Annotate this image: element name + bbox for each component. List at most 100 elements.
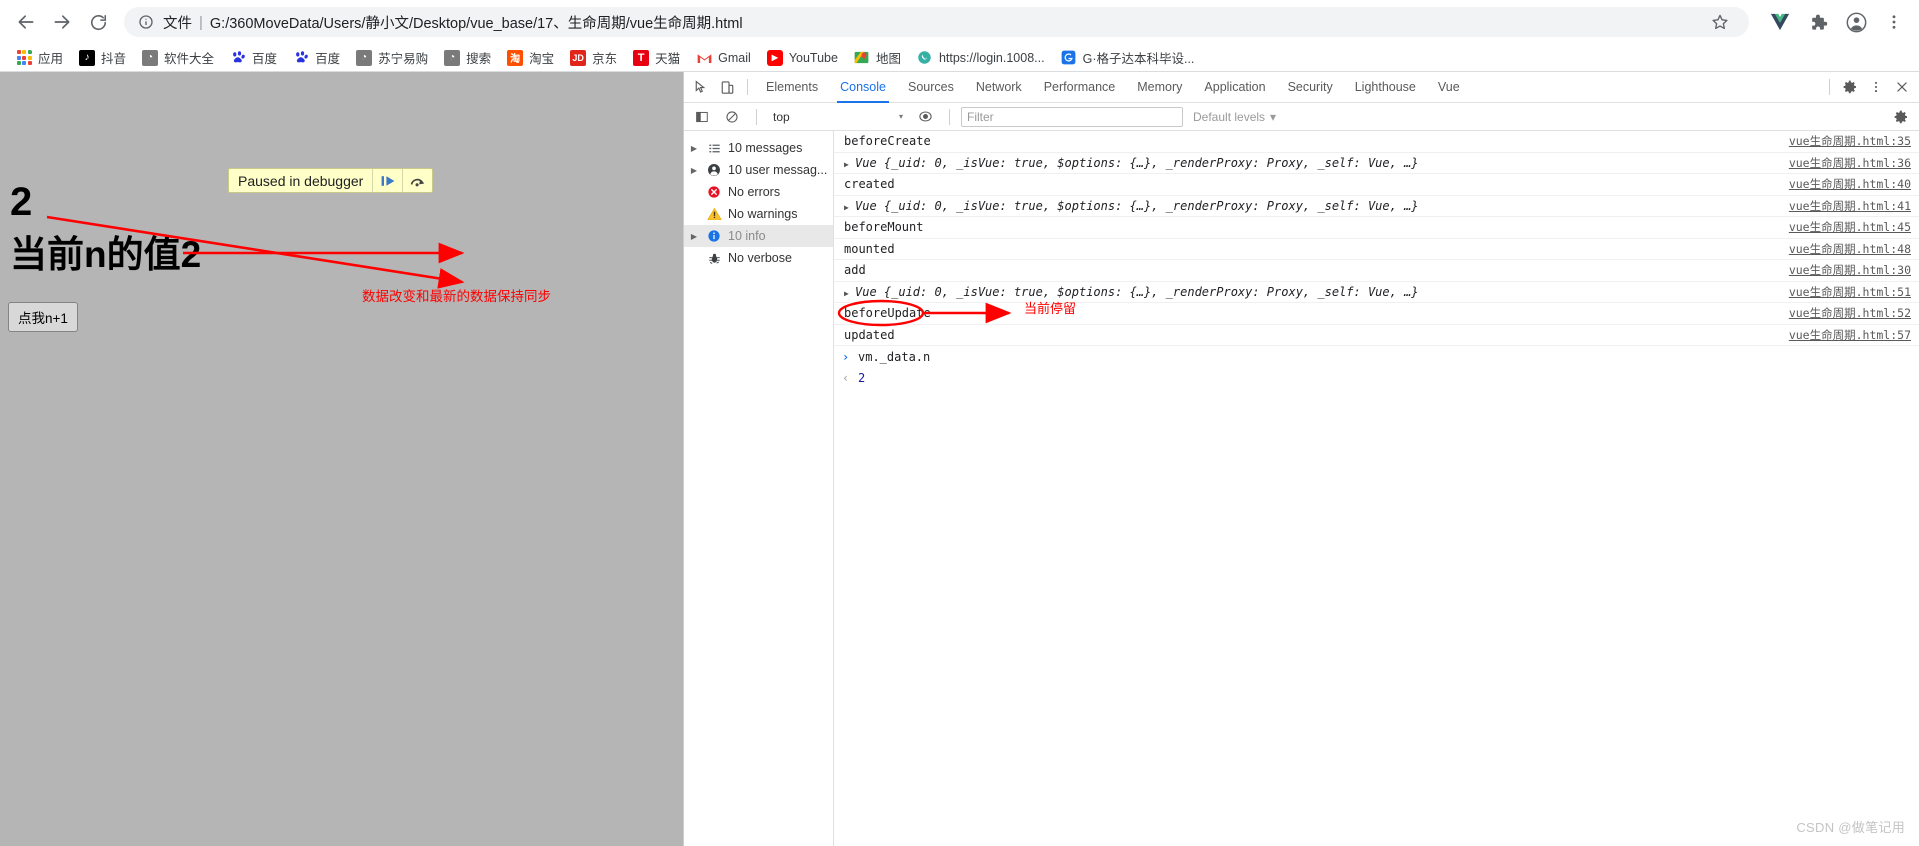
bookmark-baidu-2[interactable]: 百度 <box>285 46 348 70</box>
browser-toolbar: 文件 | G:/360MoveData/Users/静小文/Desktop/vu… <box>0 0 1919 44</box>
sidebar-item-label: No verbose <box>728 251 792 265</box>
console-log-list[interactable]: beforeCreate vue生命周期.html:35 ▶ Vue {_uid:… <box>834 131 1919 846</box>
sidebar-item-info[interactable]: ▶ 10 info <box>684 225 833 247</box>
console-message-row[interactable]: ▶ Vue {_uid: 0, _isVue: true, $options: {… <box>834 282 1919 303</box>
generic-site-icon <box>1061 50 1077 66</box>
console-message-row[interactable]: ▶ Vue {_uid: 0, _isVue: true, $options: {… <box>834 153 1919 174</box>
execution-context-select[interactable]: top ▾ <box>768 107 908 127</box>
bookmark-search[interactable]: ◔ 搜索 <box>436 46 499 70</box>
console-settings-gear-icon[interactable] <box>1888 104 1914 130</box>
bookmark-label: 抖音 <box>101 52 127 66</box>
bookmark-gezida[interactable]: G·格子达本科毕设... <box>1053 46 1203 70</box>
clear-console-icon[interactable] <box>719 104 745 130</box>
bookmark-login1008[interactable]: https://login.1008... <box>909 46 1053 70</box>
console-message-row-highlighted[interactable]: updated vue生命周期.html:57 <box>834 325 1919 346</box>
console-source-link[interactable]: vue生命周期.html:57 <box>1789 327 1919 343</box>
tab-lighthouse[interactable]: Lighthouse <box>1344 72 1427 103</box>
chevron-right-icon[interactable]: ▶ <box>688 144 700 153</box>
console-source-link[interactable]: vue生命周期.html:45 <box>1789 219 1919 235</box>
bookmark-software[interactable]: ◔ 软件大全 <box>134 46 222 70</box>
tab-performance[interactable]: Performance <box>1033 72 1127 103</box>
device-toolbar-icon[interactable] <box>714 74 740 100</box>
console-message-row[interactable]: beforeMount vue生命周期.html:45 <box>834 217 1919 239</box>
back-button[interactable] <box>10 6 42 38</box>
close-icon[interactable] <box>1889 74 1915 100</box>
arrow-left-icon <box>18 15 34 29</box>
forward-button[interactable] <box>46 6 78 38</box>
console-prompt-row[interactable]: › vm._data.n <box>834 346 1919 367</box>
bookmark-taobao[interactable]: 淘 淘宝 <box>499 46 562 70</box>
expand-triangle-icon[interactable]: ▶ <box>844 289 855 298</box>
bookmark-tmall[interactable]: T 天猫 <box>625 46 688 70</box>
vue-devtools-icon[interactable] <box>1765 7 1795 37</box>
console-source-link[interactable]: vue生命周期.html:35 <box>1789 133 1919 149</box>
console-source-link[interactable]: vue生命周期.html:30 <box>1789 262 1919 278</box>
tabbar-divider-right <box>1829 79 1830 95</box>
bookmark-baidu-1[interactable]: 百度 <box>222 46 285 70</box>
profile-avatar-icon[interactable] <box>1841 7 1871 37</box>
console-message-row[interactable]: ▶ Vue {_uid: 0, _isVue: true, $options: {… <box>834 196 1919 217</box>
console-message-row[interactable]: beforeUpdate vue生命周期.html:52 <box>834 303 1919 325</box>
extensions-puzzle-icon[interactable] <box>1803 7 1833 37</box>
tab-sources[interactable]: Sources <box>897 72 965 103</box>
bookmark-gmail[interactable]: Gmail <box>688 46 759 70</box>
chevron-right-icon[interactable]: ▶ <box>688 232 700 241</box>
bookmark-youtube[interactable]: ▶ YouTube <box>759 46 846 70</box>
tab-elements[interactable]: Elements <box>755 72 829 103</box>
chevron-right-icon[interactable]: ▶ <box>688 166 700 175</box>
sidebar-item-warnings[interactable]: ▶ No warnings <box>684 203 833 225</box>
devtools-panel: Elements Console Sources Network Perform… <box>683 72 1919 846</box>
console-sidebar-icon[interactable] <box>689 104 715 130</box>
address-bar[interactable]: 文件 | G:/360MoveData/Users/静小文/Desktop/vu… <box>124 7 1749 37</box>
douyin-icon: ♪ <box>79 49 96 66</box>
console-message-text: created <box>844 177 895 192</box>
console-source-link[interactable]: vue生命周期.html:40 <box>1789 176 1919 192</box>
tab-console[interactable]: Console <box>829 72 897 103</box>
console-filter-input[interactable]: Filter <box>961 106 1183 127</box>
star-icon[interactable] <box>1705 7 1735 37</box>
expand-triangle-icon[interactable]: ▶ <box>844 160 855 169</box>
console-message-row[interactable]: beforeCreate vue生命周期.html:35 <box>834 131 1919 153</box>
console-source-link[interactable]: vue生命周期.html:36 <box>1789 155 1919 171</box>
bookmark-suning[interactable]: ◔ 苏宁易购 <box>348 46 436 70</box>
execution-context-value: top <box>773 109 790 124</box>
console-source-link[interactable]: vue生命周期.html:52 <box>1789 305 1919 321</box>
console-source-link[interactable]: vue生命周期.html:51 <box>1789 284 1919 300</box>
tab-vue[interactable]: Vue <box>1427 72 1471 103</box>
chrome-menu-icon[interactable] <box>1879 7 1909 37</box>
step-over-icon[interactable] <box>402 169 432 192</box>
tab-application[interactable]: Application <box>1193 72 1276 103</box>
console-message-row[interactable]: mounted vue生命周期.html:48 <box>834 239 1919 260</box>
console-source-link[interactable]: vue生命周期.html:41 <box>1789 198 1919 214</box>
gear-icon[interactable] <box>1837 74 1863 100</box>
bookmark-apps[interactable]: 应用 <box>8 46 71 70</box>
bookmark-maps[interactable]: 地图 <box>846 46 909 70</box>
tab-memory[interactable]: Memory <box>1126 72 1193 103</box>
expand-triangle-icon[interactable]: ▶ <box>844 203 855 212</box>
tab-network[interactable]: Network <box>965 72 1033 103</box>
live-expression-icon[interactable] <box>912 104 938 130</box>
main-split: Paused in debugger 2 当前n的值2 点我n+1 数据改变和最… <box>0 72 1919 846</box>
info-circle-icon[interactable] <box>138 14 154 30</box>
sidebar-item-user-messages[interactable]: ▶ 10 user messag... <box>684 159 833 181</box>
tab-security[interactable]: Security <box>1277 72 1344 103</box>
inspect-element-icon[interactable] <box>688 74 714 100</box>
kebab-menu-icon[interactable] <box>1863 74 1889 100</box>
bookmark-douyin[interactable]: ♪ 抖音 <box>71 46 134 70</box>
sidebar-item-label: No warnings <box>728 207 798 221</box>
bookmark-label: https://login.1008... <box>938 50 1045 65</box>
sidebar-item-verbose[interactable]: ▶ No verbose <box>684 247 833 269</box>
bookmark-jd[interactable]: JD 京东 <box>562 46 625 70</box>
resume-script-icon[interactable] <box>372 169 402 192</box>
reload-button[interactable] <box>82 6 114 38</box>
sidebar-item-messages[interactable]: ▶ 10 messages <box>684 137 833 159</box>
console-source-link[interactable]: vue生命周期.html:48 <box>1789 241 1919 257</box>
increment-button[interactable]: 点我n+1 <box>8 302 78 332</box>
log-levels-select[interactable]: Default levels ▾ <box>1187 110 1282 124</box>
sidebar-item-errors[interactable]: ▶ No errors <box>684 181 833 203</box>
watermark: CSDN @做笔记用 <box>1796 820 1905 835</box>
console-message-row[interactable]: add vue生命周期.html:30 <box>834 260 1919 282</box>
bookmarks-bar: 应用 ♪ 抖音 ◔ 软件大全 百度 百度 ◔ 苏宁易购 ◔ 搜索 淘 淘宝 JD… <box>0 44 1919 72</box>
arrow-right-icon <box>54 15 70 29</box>
console-message-row[interactable]: created vue生命周期.html:40 <box>834 174 1919 196</box>
